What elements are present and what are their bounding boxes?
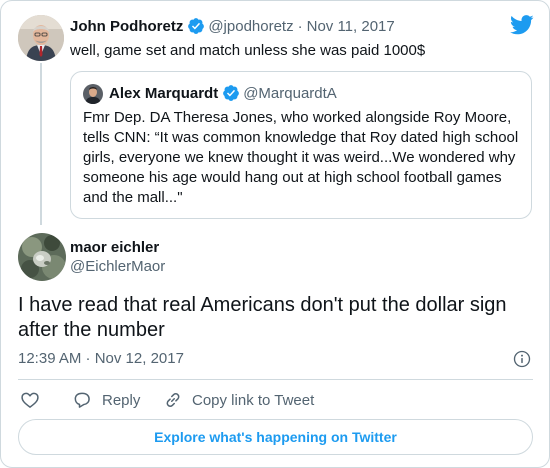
copy-link-label: Copy link to Tweet — [192, 391, 315, 409]
divider — [18, 379, 533, 380]
tweet-timestamp[interactable]: 12:39 AM · Nov 12, 2017 — [18, 350, 184, 367]
avatar-maor-eichler[interactable] — [18, 233, 66, 281]
profile-photo-icon — [18, 233, 66, 281]
person-photo-icon — [83, 84, 103, 104]
author-name[interactable]: John Podhoretz — [70, 18, 183, 35]
dot-separator: · — [297, 17, 303, 35]
embedded-tweet-card: John Podhoretz @jpodhoretz · Nov 11, 201… — [0, 0, 550, 468]
avatar-alex-marquardt — [83, 84, 103, 104]
reply-label: Reply — [102, 391, 141, 409]
quoted-tweet[interactable]: Alex Marquardt @MarquardtA Fmr Dep. DA T… — [70, 71, 532, 219]
explore-twitter-button[interactable]: Explore what's happening on Twitter — [18, 419, 533, 455]
quoted-author-name: Alex Marquardt — [109, 84, 219, 102]
like-button[interactable] — [20, 390, 40, 410]
quoted-author-handle: @MarquardtA — [243, 84, 337, 102]
verified-badge-icon — [223, 85, 240, 101]
quoted-tweet-text: Fmr Dep. DA Theresa Jones, who worked al… — [83, 109, 519, 206]
main-tweet-text: I have read that real Americans don't pu… — [18, 294, 507, 341]
reply-icon — [74, 392, 90, 408]
main-tweet-author: maor eichler @EichlerMaor — [70, 239, 165, 275]
verified-badge-icon — [188, 18, 205, 34]
info-icon[interactable] — [513, 350, 531, 368]
heart-icon — [21, 392, 39, 408]
parent-tweet-header: John Podhoretz @jpodhoretz · Nov 11, 201… — [70, 16, 395, 36]
thread-connector-line — [40, 63, 42, 225]
main-author-name[interactable]: maor eichler — [70, 239, 165, 256]
main-author-handle[interactable]: @EichlerMaor — [70, 258, 165, 275]
reply-button[interactable]: Reply — [72, 390, 140, 410]
quoted-tweet-header: Alex Marquardt @MarquardtA — [109, 83, 337, 103]
tweet-date[interactable]: Nov 11, 2017 — [307, 18, 395, 35]
explore-label: Explore what's happening on Twitter — [154, 429, 397, 445]
avatar-john-podhoretz[interactable] — [18, 15, 64, 61]
person-photo-icon — [18, 15, 64, 61]
copy-link-button[interactable]: Copy link to Tweet — [163, 390, 314, 410]
author-handle[interactable]: @jpodhoretz — [208, 18, 293, 35]
link-icon — [166, 393, 180, 407]
parent-tweet-text: well, game set and match unless she was … — [70, 42, 426, 59]
twitter-logo-icon[interactable] — [510, 15, 534, 35]
